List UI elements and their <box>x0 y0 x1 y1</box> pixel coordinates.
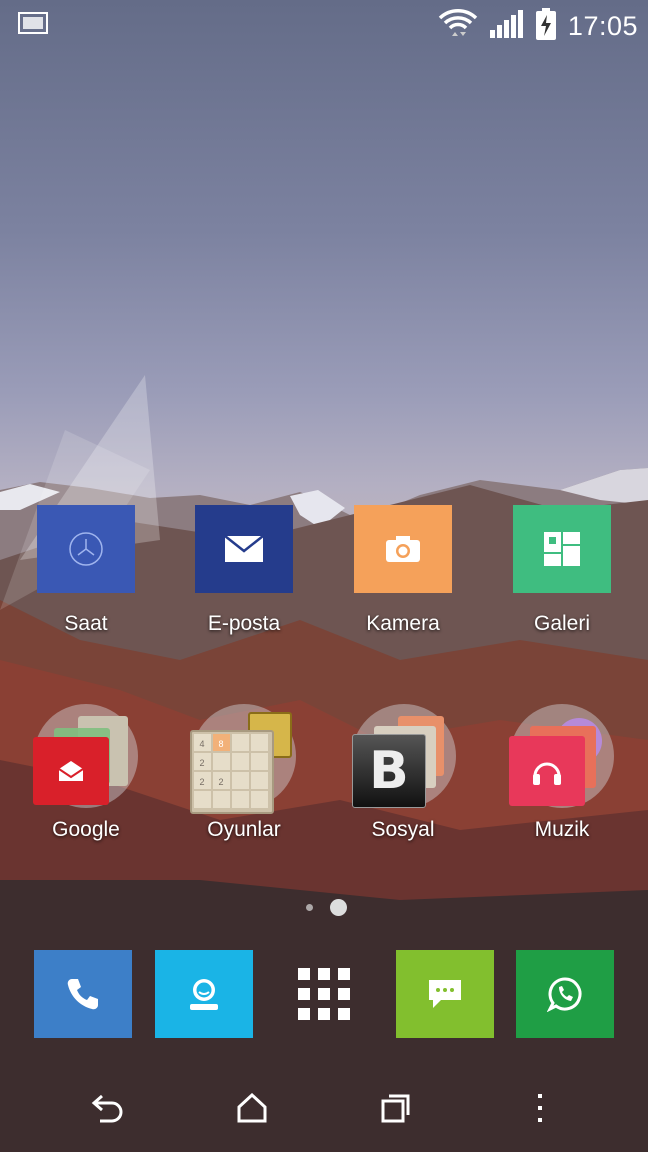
app-label-kamera: Kamera <box>366 612 440 635</box>
game-tile-8: 8 <box>218 739 223 749</box>
gallery-icon <box>544 532 580 566</box>
app-e-posta[interactable] <box>195 505 293 593</box>
game-tile-2c: 2 <box>218 777 223 787</box>
camera-icon <box>386 536 420 562</box>
signal-icon <box>489 10 524 43</box>
app-label-saat: Saat <box>64 612 108 635</box>
folder-sosyal[interactable]: B <box>348 704 458 814</box>
clock-time: 17:05 <box>567 11 638 41</box>
game-grid-icon: 4 8 2 2 2 <box>194 734 268 808</box>
dock-contacts[interactable] <box>155 950 253 1038</box>
app-label-galeri: Galeri <box>533 612 591 635</box>
gmail-folder-icon <box>58 761 84 781</box>
status-bar: 17:05 <box>0 0 648 48</box>
dock-messages[interactable] <box>396 950 494 1038</box>
2048-game-folder-icon: 4 8 2 2 2 <box>190 730 274 814</box>
folder-google[interactable] <box>30 704 140 814</box>
social-app-letter: B <box>369 741 409 801</box>
music-folder-icon <box>533 762 561 785</box>
folder-muzik[interactable] <box>506 704 616 814</box>
folder-label-sosyal: Sosyal <box>371 818 435 841</box>
folder-label-oyunlar: Oyunlar <box>207 818 281 841</box>
app-saat[interactable] <box>37 505 135 593</box>
folder-label-muzik: Muzik <box>534 818 590 841</box>
nav-menu[interactable] <box>520 1088 560 1128</box>
game-tile-2b: 2 <box>199 777 204 787</box>
contacts-icon <box>190 979 218 1010</box>
nav-back[interactable] <box>88 1088 128 1128</box>
messages-icon <box>429 980 461 1008</box>
screenshot-notification-icon <box>18 12 48 39</box>
app-drawer-icon <box>298 968 350 1020</box>
whatsapp-icon <box>547 977 582 1012</box>
clock-icon <box>69 532 103 566</box>
dock-whatsapp[interactable] <box>516 950 614 1038</box>
game-tile-2a: 2 <box>199 758 204 768</box>
home-icon <box>237 1093 267 1123</box>
page-indicator-dot-2-active <box>330 899 347 916</box>
nav-recents[interactable] <box>376 1088 416 1128</box>
dock-phone[interactable] <box>34 950 132 1038</box>
dock-app-drawer[interactable] <box>275 950 373 1038</box>
wifi-icon <box>438 6 478 47</box>
menu-icon <box>538 1094 542 1122</box>
recents-icon <box>381 1094 410 1123</box>
social-folder-icon: B <box>352 734 426 808</box>
app-galeri[interactable] <box>513 505 611 593</box>
nav-home[interactable] <box>232 1088 272 1128</box>
page-indicator-dot-1 <box>306 904 313 911</box>
game-tile-4: 4 <box>199 739 204 749</box>
app-label-e-posta: E-posta <box>207 612 281 635</box>
mail-icon <box>224 535 264 562</box>
phone-icon <box>67 979 98 1010</box>
folder-oyunlar[interactable]: 4 8 2 2 2 <box>188 704 298 814</box>
folder-label-google: Google <box>52 818 120 841</box>
battery-charging-icon <box>535 8 556 45</box>
app-kamera[interactable] <box>354 505 452 593</box>
back-icon <box>91 1094 123 1123</box>
